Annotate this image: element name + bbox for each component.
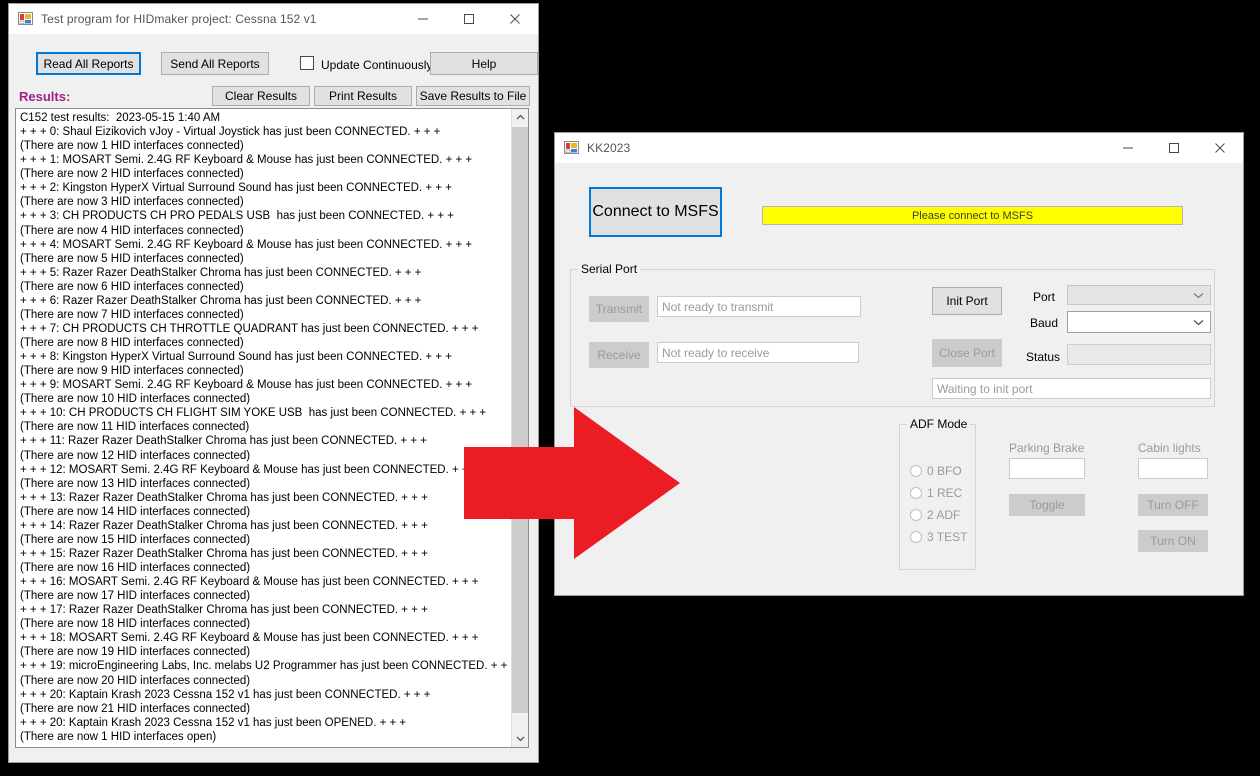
port-dropdown[interactable] [1067,285,1211,305]
receive-button[interactable]: Receive [589,342,649,368]
adf-mode-groupbox: ADF Mode 0 BFO 1 REC 2 ADF 3 TEST [899,417,976,570]
adf-radio-1-rec[interactable]: 1 REC [910,486,962,500]
transmit-button[interactable]: Transmit [589,296,649,322]
update-continuously-label: Update Continuously [321,58,433,72]
transmit-status-field: Not ready to transmit [657,296,861,317]
help-button[interactable]: Help [430,52,538,75]
print-results-button[interactable]: Print Results [314,86,412,106]
kk2023-window-controls [1105,133,1243,163]
parking-brake-toggle-button[interactable]: Toggle [1009,494,1085,516]
connect-to-msfs-button[interactable]: Connect to MSFS [589,187,722,237]
port-state-field: Waiting to init port [932,378,1211,399]
radio-circle-icon [910,465,922,477]
maximize-icon[interactable] [1151,133,1197,163]
hidmaker-window-controls [400,4,538,34]
init-port-button[interactable]: Init Port [932,287,1002,315]
winforms-app-icon [18,11,34,27]
serial-port-groupbox: Serial Port Transmit Not ready to transm… [570,262,1215,407]
close-icon[interactable] [1197,133,1243,163]
baud-dropdown[interactable] [1067,311,1211,333]
serial-port-title: Serial Port [578,262,641,276]
minimize-icon[interactable] [1105,133,1151,163]
results-label: Results: [19,89,71,104]
hidmaker-test-window: Test program for HIDmaker project: Cessn… [8,3,539,763]
msfs-status-banner: Please connect to MSFS [762,206,1183,225]
adf-mode-title: ADF Mode [907,417,971,431]
scroll-down-icon[interactable] [512,730,528,747]
adf-radio-3-test[interactable]: 3 TEST [910,530,967,544]
kk2023-title-text: KK2023 [587,141,631,155]
scroll-up-icon[interactable] [512,109,528,126]
winforms-app-icon [564,140,580,156]
parking-brake-label: Parking Brake [1009,441,1085,455]
results-log-text: C152 test results: 2023-05-15 1:40 AM + … [20,112,517,743]
close-icon[interactable] [492,4,538,34]
cabin-lights-label: Cabin lights [1138,441,1201,455]
save-results-to-file-button[interactable]: Save Results to File [416,86,530,106]
read-all-reports-button[interactable]: Read All Reports [36,52,141,75]
radio-circle-icon [910,487,922,499]
send-all-reports-button[interactable]: Send All Reports [161,52,269,75]
port-label: Port [1033,290,1056,304]
minimize-icon[interactable] [400,4,446,34]
adf-radio-3-test-label: 3 TEST [927,530,968,544]
cabin-lights-turn-off-button[interactable]: Turn OFF [1138,494,1208,516]
radio-circle-icon [910,531,922,543]
parking-brake-field [1009,458,1085,479]
maximize-icon[interactable] [446,4,492,34]
adf-radio-0-bfo[interactable]: 0 BFO [910,464,962,478]
baud-label: Baud [1030,316,1059,330]
adf-radio-2-adf-label: 2 ADF [927,508,961,522]
receive-status-field: Not ready to receive [657,342,859,363]
clear-results-button[interactable]: Clear Results [212,86,310,106]
hidmaker-titlebar[interactable]: Test program for HIDmaker project: Cessn… [9,4,538,34]
red-right-arrow-annotation [464,407,680,559]
radio-circle-icon [910,509,922,521]
adf-radio-1-rec-label: 1 REC [927,486,963,500]
cabin-lights-field [1138,458,1208,479]
close-port-button[interactable]: Close Port [932,339,1002,367]
hidmaker-title-text: Test program for HIDmaker project: Cessn… [41,12,317,26]
adf-radio-2-adf[interactable]: 2 ADF [910,508,960,522]
kk2023-titlebar[interactable]: KK2023 [555,133,1243,163]
cabin-lights-turn-on-button[interactable]: Turn ON [1138,530,1208,552]
status-label: Status [1026,350,1061,364]
results-textarea[interactable]: C152 test results: 2023-05-15 1:40 AM + … [15,108,529,748]
update-continuously-checkbox[interactable] [300,56,314,70]
serial-status-field [1067,344,1211,365]
adf-radio-0-bfo-label: 0 BFO [927,464,962,478]
